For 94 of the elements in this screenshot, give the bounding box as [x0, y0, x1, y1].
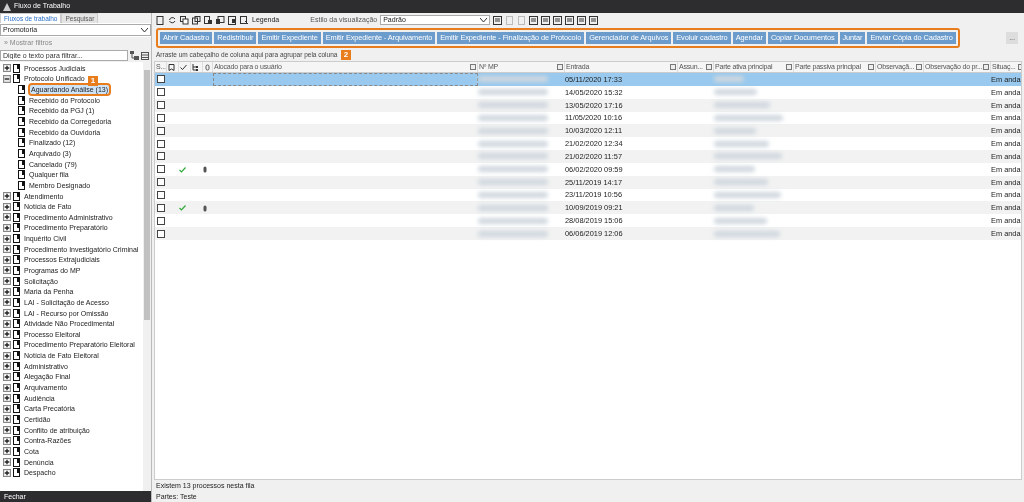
redacted-text: [478, 114, 548, 121]
document-icon[interactable]: [577, 15, 587, 25]
expand-icon[interactable]: [3, 192, 11, 200]
document-icon[interactable]: [228, 15, 237, 25]
row-checkbox[interactable]: [157, 152, 165, 161]
row-checkbox[interactable]: [157, 216, 165, 225]
document-icon[interactable]: [493, 15, 503, 25]
row-checkbox[interactable]: [157, 75, 165, 84]
callout-badge: 1: [88, 76, 98, 87]
document-icon[interactable]: [565, 15, 575, 25]
expand-icon[interactable]: [3, 245, 11, 254]
expand-icon[interactable]: [3, 372, 11, 381]
document-icon[interactable]: [541, 15, 551, 25]
redacted-text: [478, 102, 548, 109]
expand-icon[interactable]: [3, 436, 11, 445]
redacted-text: [714, 127, 756, 134]
expand-icon[interactable]: [3, 287, 11, 296]
redacted-text: [714, 179, 768, 186]
refresh-icon[interactable]: [168, 15, 177, 25]
expand-icon[interactable]: [3, 383, 11, 392]
tree-icon[interactable]: [130, 51, 139, 60]
expand-icon[interactable]: [3, 277, 11, 286]
redacted-text: [478, 192, 548, 198]
redacted-text: [714, 89, 757, 96]
expand-icon[interactable]: [3, 309, 11, 318]
expand-icon[interactable]: [3, 319, 11, 328]
redacted-text: [478, 166, 548, 173]
document-icon[interactable]: [204, 15, 213, 25]
expand-icon[interactable]: [3, 213, 11, 222]
redacted-text: [478, 127, 548, 134]
expand-icon[interactable]: [3, 415, 11, 424]
document-icon[interactable]: [156, 15, 165, 25]
document-icon[interactable]: [553, 15, 563, 25]
row-checkbox[interactable]: [157, 165, 165, 174]
redacted-text: [478, 179, 548, 186]
expand-icon[interactable]: [3, 234, 11, 243]
redacted-text: [714, 76, 744, 83]
row-checkbox[interactable]: [157, 178, 165, 187]
redacted-text: [714, 217, 767, 224]
redacted-text: [478, 230, 548, 237]
copy-icon[interactable]: [192, 15, 201, 25]
document-icon[interactable]: [529, 15, 539, 25]
redacted-text: [714, 230, 780, 237]
app-icon: [3, 2, 11, 11]
expand-icon[interactable]: [3, 468, 11, 477]
redacted-text: [714, 166, 755, 173]
row-checkbox[interactable]: [157, 203, 165, 212]
redacted-text: [714, 102, 770, 109]
expand-icon[interactable]: [3, 223, 11, 232]
expand-icon[interactable]: [3, 426, 11, 435]
row-checkbox[interactable]: [157, 139, 165, 148]
expand-icon[interactable]: [3, 362, 11, 371]
list-icon[interactable]: [141, 51, 149, 60]
expand-icon[interactable]: [3, 351, 11, 360]
redacted-text: [478, 204, 548, 211]
caret-icon: [141, 27, 148, 33]
flag-icon[interactable]: [168, 63, 175, 71]
row-checkbox[interactable]: [157, 101, 165, 110]
row-checkbox[interactable]: [157, 126, 165, 135]
expand-icon[interactable]: [3, 298, 11, 307]
expand-icon[interactable]: [3, 330, 11, 339]
redacted-text: [478, 153, 548, 160]
check-icon[interactable]: [180, 63, 187, 71]
callout-badge: 2: [340, 50, 351, 60]
paperclip-icon[interactable]: [204, 63, 211, 71]
expand-icon[interactable]: [3, 404, 11, 413]
expand-icon[interactable]: [3, 255, 11, 264]
row-checkbox[interactable]: [157, 229, 165, 238]
redacted-text: [478, 76, 548, 83]
redacted-text: [714, 114, 783, 121]
redacted-text: [714, 204, 754, 211]
hierarchy-icon[interactable]: [192, 63, 199, 71]
expand-icon[interactable]: [3, 64, 11, 73]
redacted-text: [714, 153, 782, 160]
redacted-text: [478, 140, 548, 147]
document-icon[interactable]: [240, 15, 249, 25]
expand-icon[interactable]: [3, 266, 11, 275]
collapse-icon[interactable]: [3, 74, 11, 83]
row-checkbox[interactable]: [157, 113, 165, 122]
expand-icon[interactable]: [3, 202, 11, 211]
redacted-text: [478, 217, 548, 224]
document-icon[interactable]: [216, 15, 225, 25]
redacted-text: [714, 140, 769, 147]
row-checkbox[interactable]: [157, 88, 165, 97]
redacted-text: [714, 192, 781, 198]
caret-icon: [480, 17, 488, 23]
scrollbar[interactable]: [143, 62, 151, 491]
expand-icon[interactable]: [3, 447, 11, 456]
redacted-text: [478, 89, 548, 96]
expand-icon[interactable]: [3, 394, 11, 403]
row-checkbox[interactable]: [157, 191, 165, 199]
copy-icon[interactable]: [180, 15, 189, 25]
expand-icon[interactable]: [3, 458, 11, 466]
expand-icon[interactable]: [3, 340, 11, 349]
